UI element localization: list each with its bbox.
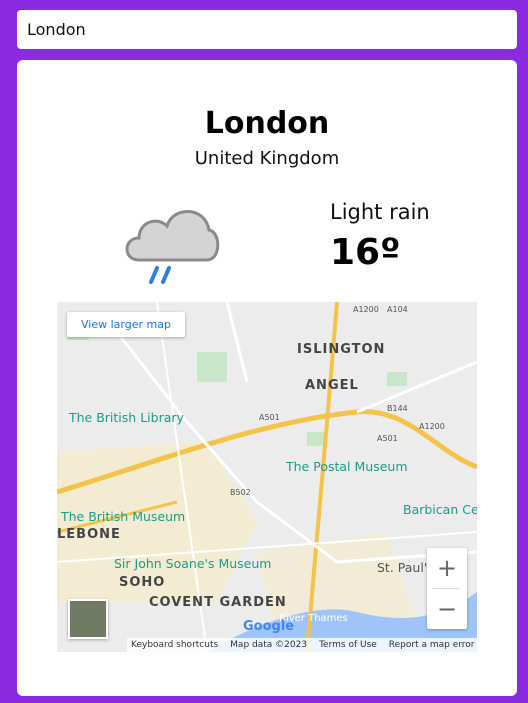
map-zoom-control[interactable]: + −	[427, 548, 467, 629]
temperature: 16º	[330, 232, 401, 273]
map-road-label: B144	[387, 404, 408, 413]
map-road-label: A1200	[419, 422, 445, 431]
google-logo: Google	[243, 619, 294, 634]
map-area-label: COVENT GARDEN	[149, 595, 287, 610]
report-map-error-link[interactable]: Report a map error	[389, 640, 475, 650]
terms-of-use-link[interactable]: Terms of Use	[319, 640, 377, 650]
weather-card: London United Kingdom Light rain 16º Vie…	[17, 60, 517, 696]
map-road-label: A501	[377, 434, 398, 443]
map-data-text: Map data ©2023	[230, 640, 308, 650]
city-search-input[interactable]	[17, 10, 517, 49]
city-name: London	[204, 106, 330, 141]
map-road-label: A104	[387, 305, 408, 314]
map-poi-label[interactable]: The British Library	[69, 410, 184, 425]
map-area-label: LEBONE	[57, 527, 121, 542]
map-area-label: ISLINGTON	[297, 342, 386, 357]
weather-description: Light rain	[330, 200, 430, 224]
map-area-label: SOHO	[119, 575, 166, 590]
map-area-label: ANGEL	[305, 378, 359, 393]
zoom-in-button[interactable]: +	[427, 548, 467, 588]
map-road-label: B502	[230, 488, 251, 497]
google-logo-text: Google	[243, 619, 295, 634]
map-poi-label[interactable]: The Postal Museum	[286, 459, 408, 474]
map-attribution-bar: Keyboard shortcuts Map data ©2023 Terms …	[127, 638, 477, 652]
keyboard-shortcuts-link[interactable]: Keyboard shortcuts	[131, 640, 218, 650]
zoom-out-button[interactable]: −	[427, 589, 467, 629]
map-poi-label[interactable]: Sir John Soane's Museum	[114, 556, 271, 571]
map-poi-label[interactable]: Barbican Ce	[403, 502, 477, 517]
map-embed[interactable]: View larger map ISLINGTON ANGEL SOHO COV…	[57, 302, 477, 652]
map-poi-label[interactable]: St. Paul'	[377, 560, 427, 575]
view-larger-map-link[interactable]: View larger map	[67, 312, 185, 337]
map-road-label: A1200	[353, 305, 379, 314]
rain-cloud-icon	[125, 210, 220, 284]
map-road-label: A501	[259, 413, 280, 422]
country-name: United Kingdom	[194, 148, 340, 169]
satellite-toggle-thumbnail[interactable]	[68, 599, 108, 639]
map-poi-label[interactable]: The British Museum	[61, 509, 185, 524]
